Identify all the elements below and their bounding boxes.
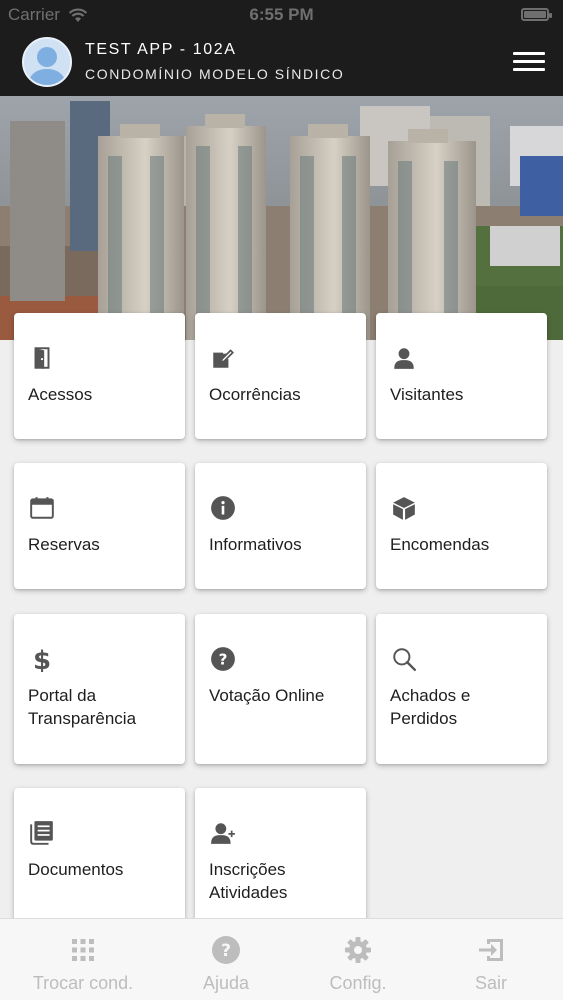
tab-trocar-cond[interactable]: Trocar cond. [13,919,153,1000]
tab-label: Ajuda [202,973,250,993]
menu-card-ocorrencias[interactable]: Ocorrências [195,313,366,439]
gear-icon [345,937,371,963]
menu-card-label: Portal da Transparência [28,686,137,728]
dollar-icon: $ [33,646,51,672]
hamburger-menu-button[interactable] [513,50,547,74]
menu-card-label: Documentos [28,860,124,879]
grid-icon [72,939,94,961]
tab-ajuda[interactable]: ? Ajuda [156,919,296,1000]
battery-icon [521,8,552,21]
question-icon: ? [211,647,235,671]
edit-icon [213,349,234,368]
app-header: TEST APP - 102A CONDOMÍNIO MODELO SÍNDIC… [0,30,563,96]
svg-text:?: ? [219,650,228,668]
menu-card-label: Informativos [209,535,302,554]
menu-card-acessos[interactable]: Acessos [14,313,185,439]
avatar[interactable] [22,37,72,87]
tab-label: Sair [474,973,507,993]
help-icon: ? [212,936,240,964]
menu-card-votacao-online[interactable]: ? Votação Online [195,614,366,764]
menu-card-label: Inscrições Atividades [209,860,288,902]
exit-icon [479,939,503,961]
menu-card-label: Ocorrências [209,385,301,404]
tab-label: Trocar cond. [32,973,134,993]
svg-text:?: ? [221,941,231,961]
menu-card-label: Visitantes [390,385,464,404]
user-avatar-icon [27,47,67,85]
tab-label: Config. [329,973,387,993]
svg-text:$: $ [33,646,51,672]
menu-card-visitantes[interactable]: Visitantes [376,313,547,439]
tab-sair[interactable]: Sair [421,919,561,1000]
document-icon [30,821,53,845]
calendar-icon [30,497,54,519]
tab-config[interactable]: Config. [288,919,428,1000]
info-icon [211,496,235,520]
menu-card-label: Reservas [28,535,100,554]
status-time: 6:55 PM [249,5,314,24]
menu-card-achados-perdidos[interactable]: Achados e Perdidos [376,614,547,764]
menu-card-label: Acessos [28,385,93,404]
menu-card-label: Votação Online [209,686,325,705]
person-icon [394,348,414,369]
status-bar: Carrier 6:55 PM [0,0,563,30]
person-add-icon [211,823,235,844]
header-title: TEST APP - 102A [85,41,237,58]
hero-image [0,96,563,340]
header-text: TEST APP - 102A CONDOMÍNIO MODELO SÍNDIC… [85,40,344,85]
search-icon [393,648,417,672]
menu-card-informativos[interactable]: Informativos [195,463,366,589]
bottom-tab-bar: Trocar cond. ? Ajuda Config. Sair [0,918,563,1000]
menu-card-documentos[interactable]: Documentos [14,788,185,938]
door-icon [34,347,50,369]
menu-card-inscricoes-atividades[interactable]: Inscrições Atividades [195,788,366,938]
menu-card-label: Achados e Perdidos [390,686,471,728]
menu-card-portal-transparencia[interactable]: $ Portal da Transparência [14,614,185,764]
header-subtitle: CONDOMÍNIO MODELO SÍNDICO [85,66,345,82]
menu-card-label: Encomendas [390,535,490,554]
menu-card-encomendas[interactable]: Encomendas [376,463,547,589]
menu-card-reservas[interactable]: Reservas [14,463,185,589]
package-icon [393,497,415,520]
